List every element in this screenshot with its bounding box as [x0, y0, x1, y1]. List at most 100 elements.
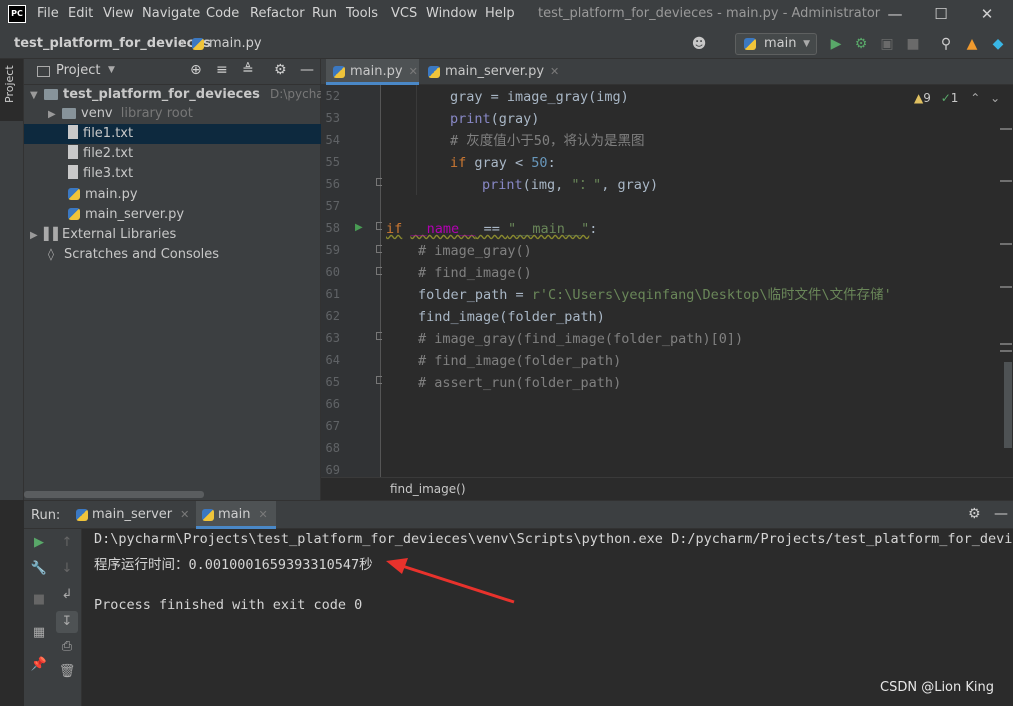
navigation-bar: test_platform_for_devieces › main.py ☻ m…	[0, 29, 1013, 59]
menu-edit[interactable]: Edit	[68, 6, 93, 21]
trash-icon[interactable]: 🗑	[58, 663, 76, 681]
chevron-down-icon[interactable]: ▼	[108, 65, 115, 75]
hide-icon[interactable]: —	[994, 506, 1008, 522]
tree-item-label: file3.txt	[83, 166, 134, 181]
menu-vcs[interactable]: VCS	[391, 6, 417, 21]
user-icon[interactable]: ☻	[690, 35, 708, 53]
tab-main-py[interactable]: main.py ✕	[326, 59, 419, 85]
expand-all-icon[interactable]: ≡	[216, 62, 228, 78]
gear-icon[interactable]: ⚙	[968, 506, 981, 522]
scroll-marker	[1000, 128, 1012, 130]
tree-item-external-libraries[interactable]: ▶ ▌▌External Libraries	[24, 224, 321, 244]
menu-refactor[interactable]: Refactor	[250, 6, 305, 21]
run-config-dropdown[interactable]: main ▼	[735, 33, 817, 55]
line-number: 65	[325, 375, 340, 389]
toolbox-icon[interactable]: ◆	[989, 35, 1007, 53]
menu-file[interactable]: File	[37, 6, 59, 21]
code-line-52: gray = image_gray(img)	[450, 89, 629, 105]
breadcrumb-file[interactable]: main.py	[209, 36, 262, 51]
console-line: Process finished with exit code 0	[94, 597, 363, 613]
tree-item-main-server-py[interactable]: main_server.py	[24, 205, 321, 225]
maximize-icon[interactable]: ☐	[918, 3, 964, 25]
run-toolbar: ▶ ↑ 🔧 ↓ ■ ↲ ↧ ▦ ⎙ 📌 🗑	[24, 529, 82, 706]
code-editor[interactable]: gray = image_gray(img) print(gray) # 灰度值…	[382, 85, 1000, 477]
rerun-icon[interactable]: ▶	[30, 534, 48, 552]
run-gutter-icon[interactable]: ▶	[355, 222, 363, 233]
python-file-icon	[333, 66, 345, 78]
run-tab-main[interactable]: main ✕	[196, 501, 276, 529]
chevron-up-icon[interactable]: ⌃	[970, 91, 980, 105]
menu-navigate[interactable]: Navigate	[142, 6, 200, 21]
locate-icon[interactable]: ⊕	[190, 62, 202, 78]
arrow-up-icon[interactable]: ↑	[58, 534, 76, 552]
python-file-icon	[68, 208, 80, 220]
python-icon	[76, 509, 88, 521]
menu-run[interactable]: Run	[312, 6, 337, 21]
project-tool-tab[interactable]: Project	[0, 59, 23, 121]
line-number: 56	[325, 177, 340, 191]
line-number: 59	[325, 243, 340, 257]
scroll-to-end-icon[interactable]: ↧	[56, 611, 78, 633]
run-icon[interactable]: ▶	[827, 35, 845, 53]
run-tab-main-server[interactable]: main_server ✕	[70, 501, 189, 529]
run-panel-header: Run: main_server ✕ main ✕ ⚙ —	[24, 500, 1013, 529]
tree-item-file2[interactable]: file2.txt	[24, 144, 321, 164]
inspection-widget[interactable]: ▲9 ✓1 ⌃ ⌄	[914, 91, 1000, 105]
tree-item-file3[interactable]: file3.txt	[24, 164, 321, 184]
stop-icon[interactable]: ■	[30, 591, 48, 609]
minimize-icon[interactable]: —	[872, 3, 918, 25]
code-line-62: find_image(folder_path)	[418, 309, 605, 325]
tree-item-hint: library root	[120, 106, 193, 121]
python-file-icon	[68, 188, 80, 200]
line-number: 69	[325, 463, 340, 477]
hide-icon[interactable]: —	[300, 62, 314, 78]
menu-tools[interactable]: Tools	[346, 6, 378, 21]
tree-item-scratches[interactable]: ◊ Scratches and Consoles	[24, 244, 321, 264]
print-icon[interactable]: ⎙	[58, 638, 76, 656]
folder-icon	[62, 108, 76, 119]
warning-count: 9	[923, 91, 931, 105]
stop-icon[interactable]: ■	[904, 35, 922, 53]
code-line-58: if __name__ == "__main__":	[386, 221, 598, 237]
horizontal-scrollbar[interactable]	[24, 491, 204, 498]
search-icon[interactable]: ⚲	[937, 35, 955, 53]
menu-code[interactable]: Code	[206, 6, 239, 21]
line-number: 66	[325, 397, 340, 411]
debug-icon[interactable]: ⚙	[852, 35, 870, 53]
project-view-icon	[37, 66, 50, 77]
chevron-down-icon[interactable]: ⌄	[990, 91, 1000, 105]
code-breadcrumb[interactable]: find_image()	[321, 477, 1013, 500]
tree-item-file1[interactable]: file1.txt	[24, 124, 321, 144]
line-number: 57	[325, 199, 340, 213]
close-icon[interactable]: ✕	[180, 508, 189, 521]
tree-item-venv[interactable]: ▶ venv library root	[24, 104, 321, 124]
collapse-all-icon[interactable]: ≜	[242, 62, 254, 78]
folder-icon	[44, 89, 58, 100]
run-console[interactable]: D:\pycharm\Projects\test_platform_for_de…	[82, 529, 1013, 706]
python-file-icon	[192, 38, 204, 50]
line-number: 62	[325, 309, 340, 323]
editor-scrollbar-thumb[interactable]	[1004, 362, 1012, 448]
close-icon[interactable]: ✕	[550, 65, 559, 78]
tab-main-server-py[interactable]: main_server.py ✕	[421, 59, 559, 85]
chevron-right-icon: ▶	[30, 230, 38, 241]
close-icon[interactable]: ✕	[258, 508, 267, 521]
gear-icon[interactable]: ⚙	[274, 62, 287, 78]
tree-root[interactable]: ▼ test_platform_for_devieces D:\pycharm\P…	[24, 84, 356, 104]
update-icon[interactable]: ▲	[963, 35, 981, 53]
coverage-icon[interactable]: ▣	[878, 35, 896, 53]
layout-icon[interactable]: ▦	[30, 624, 48, 642]
menu-view[interactable]: View	[103, 6, 134, 21]
pin-icon[interactable]: 📌	[30, 656, 48, 674]
close-icon[interactable]: ✕	[409, 65, 418, 78]
menu-window[interactable]: Window	[426, 6, 477, 21]
project-panel: Project ▼ ⊕ ≡ ≜ ⚙ — ▼ test_platform_for_d…	[24, 59, 356, 500]
arrow-down-icon[interactable]: ↓	[58, 560, 76, 578]
wrench-icon[interactable]: 🔧	[30, 560, 48, 578]
menu-help[interactable]: Help	[485, 6, 515, 21]
breadcrumb-separator-icon: ›	[180, 36, 186, 51]
tree-item-main-py[interactable]: main.py	[24, 185, 321, 205]
project-panel-title[interactable]: Project	[56, 63, 100, 78]
soft-wrap-icon[interactable]: ↲	[58, 586, 76, 604]
close-icon[interactable]: ✕	[964, 3, 1010, 25]
